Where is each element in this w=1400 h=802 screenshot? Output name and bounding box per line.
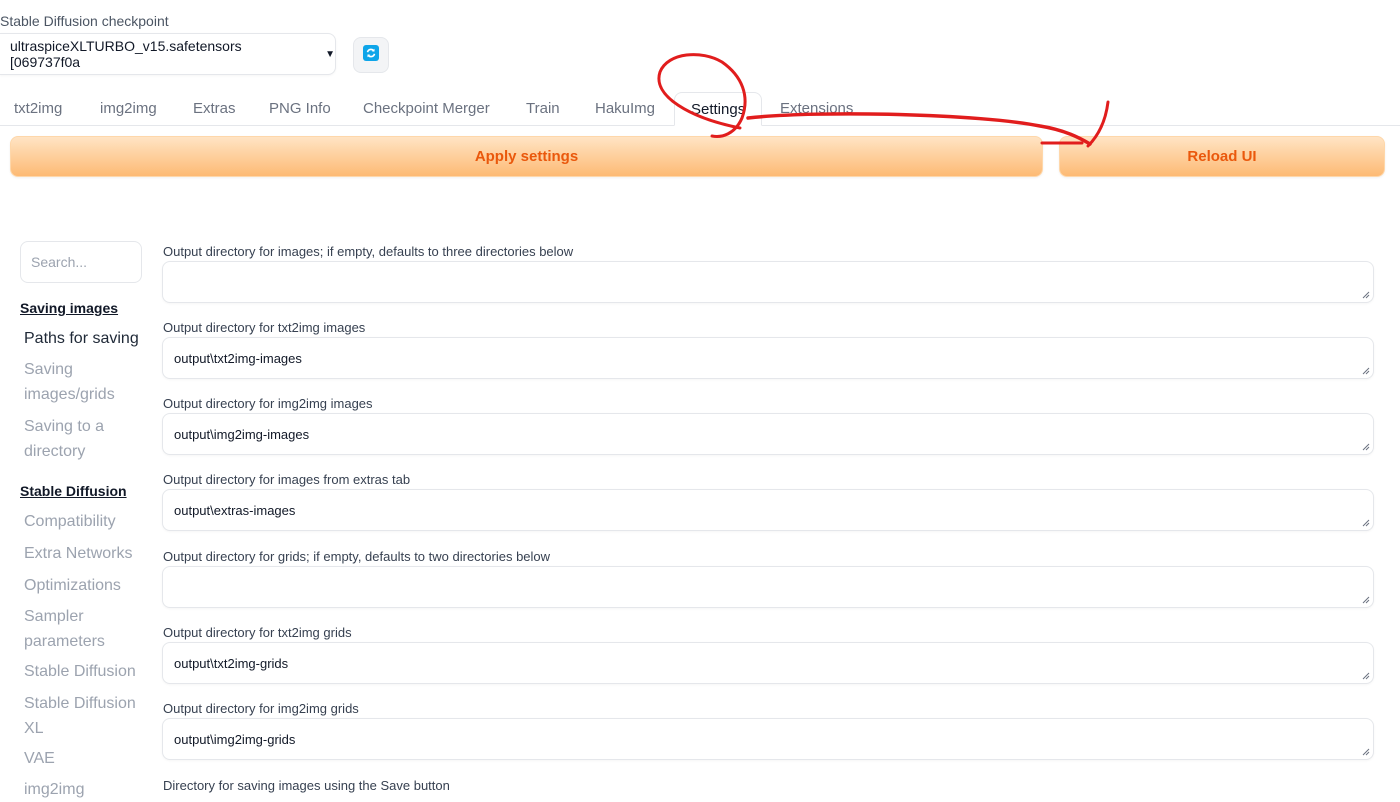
settings-search-input[interactable]	[20, 241, 142, 283]
field-value: output\img2img-grids	[174, 731, 296, 747]
field-value: output\extras-images	[174, 502, 296, 518]
field-label-output-grids: Output directory for grids; if empty, de…	[163, 549, 551, 564]
tab-png-info[interactable]: PNG Info	[269, 92, 331, 125]
field-label-txt2img-grids: Output directory for txt2img grids	[163, 625, 352, 640]
sidebar-section-stable-diffusion[interactable]: Stable Diffusion	[20, 483, 127, 499]
txt2img-images-input[interactable]: output\txt2img-images	[162, 337, 1374, 379]
sidebar-item-sampler-parameters[interactable]: Sampler parameters	[24, 604, 140, 654]
field-value: output\txt2img-grids	[174, 655, 289, 671]
checkpoint-dropdown[interactable]: ultraspiceXLTURBO_v15.safetensors [06973…	[0, 33, 336, 75]
resize-handle-icon[interactable]	[1362, 672, 1370, 680]
sidebar-item-optimizations[interactable]: Optimizations	[24, 573, 140, 598]
output-grids-input[interactable]	[162, 566, 1374, 608]
tab-txt2img[interactable]: txt2img	[14, 92, 62, 125]
field-value: output\img2img-images	[174, 426, 310, 442]
resize-handle-icon[interactable]	[1362, 596, 1370, 604]
checkpoint-label: Stable Diffusion checkpoint	[0, 13, 169, 29]
field-label-txt2img-images: Output directory for txt2img images	[163, 320, 366, 335]
field-value: output\txt2img-images	[174, 350, 302, 366]
field-label-img2img-images: Output directory for img2img images	[163, 396, 373, 411]
tab-settings[interactable]: Settings	[674, 92, 763, 126]
img2img-grids-input[interactable]: output\img2img-grids	[162, 718, 1374, 760]
tab-hakuimg[interactable]: HakuImg	[595, 92, 655, 125]
sidebar-item-stable-diffusion[interactable]: Stable Diffusion	[24, 659, 140, 684]
field-label-img2img-grids: Output directory for img2img grids	[163, 701, 359, 716]
resize-handle-icon[interactable]	[1362, 519, 1370, 527]
resize-handle-icon[interactable]	[1362, 291, 1370, 299]
field-label-extras-images: Output directory for images from extras …	[163, 472, 411, 487]
reload-ui-button[interactable]: Reload UI	[1059, 136, 1385, 177]
tab-train[interactable]: Train	[526, 92, 560, 125]
apply-settings-button[interactable]: Apply settings	[10, 136, 1043, 177]
field-label-save-button-directory: Directory for saving images using the Sa…	[163, 778, 450, 793]
resize-handle-icon[interactable]	[1362, 748, 1370, 756]
sidebar-item-saving-images-grids[interactable]: Saving images/grids	[24, 357, 140, 407]
tab-extensions[interactable]: Extensions	[780, 92, 853, 125]
chevron-down-icon: ▼	[325, 48, 335, 60]
checkpoint-value: ultraspiceXLTURBO_v15.safetensors [06973…	[10, 38, 242, 70]
sidebar-item-vae[interactable]: VAE	[24, 746, 140, 771]
sidebar-item-saving-to-directory[interactable]: Saving to a directory	[24, 414, 140, 464]
tab-extras[interactable]: Extras	[193, 92, 236, 125]
tab-img2img[interactable]: img2img	[100, 92, 157, 125]
sidebar-item-extra-networks[interactable]: Extra Networks	[24, 541, 140, 566]
img2img-images-input[interactable]: output\img2img-images	[162, 413, 1374, 455]
sidebar-item-stable-diffusion-xl[interactable]: Stable Diffusion XL	[24, 691, 140, 741]
resize-handle-icon[interactable]	[1362, 443, 1370, 451]
extras-images-input[interactable]: output\extras-images	[162, 489, 1374, 531]
sidebar-section-saving-images[interactable]: Saving images	[20, 300, 118, 316]
refresh-icon	[363, 44, 379, 66]
main-tab-bar: txt2img img2img Extras PNG Info Checkpoi…	[0, 92, 1400, 126]
sidebar-item-compatibility[interactable]: Compatibility	[24, 509, 140, 534]
field-label-output-images: Output directory for images; if empty, d…	[163, 244, 574, 259]
refresh-checkpoint-button[interactable]	[353, 37, 389, 73]
sidebar-item-img2img[interactable]: img2img	[24, 777, 140, 802]
txt2img-grids-input[interactable]: output\txt2img-grids	[162, 642, 1374, 684]
tab-checkpoint-merger[interactable]: Checkpoint Merger	[363, 92, 490, 125]
sidebar-item-paths-for-saving[interactable]: Paths for saving	[24, 326, 140, 351]
resize-handle-icon[interactable]	[1362, 367, 1370, 375]
output-images-input[interactable]	[162, 261, 1374, 303]
